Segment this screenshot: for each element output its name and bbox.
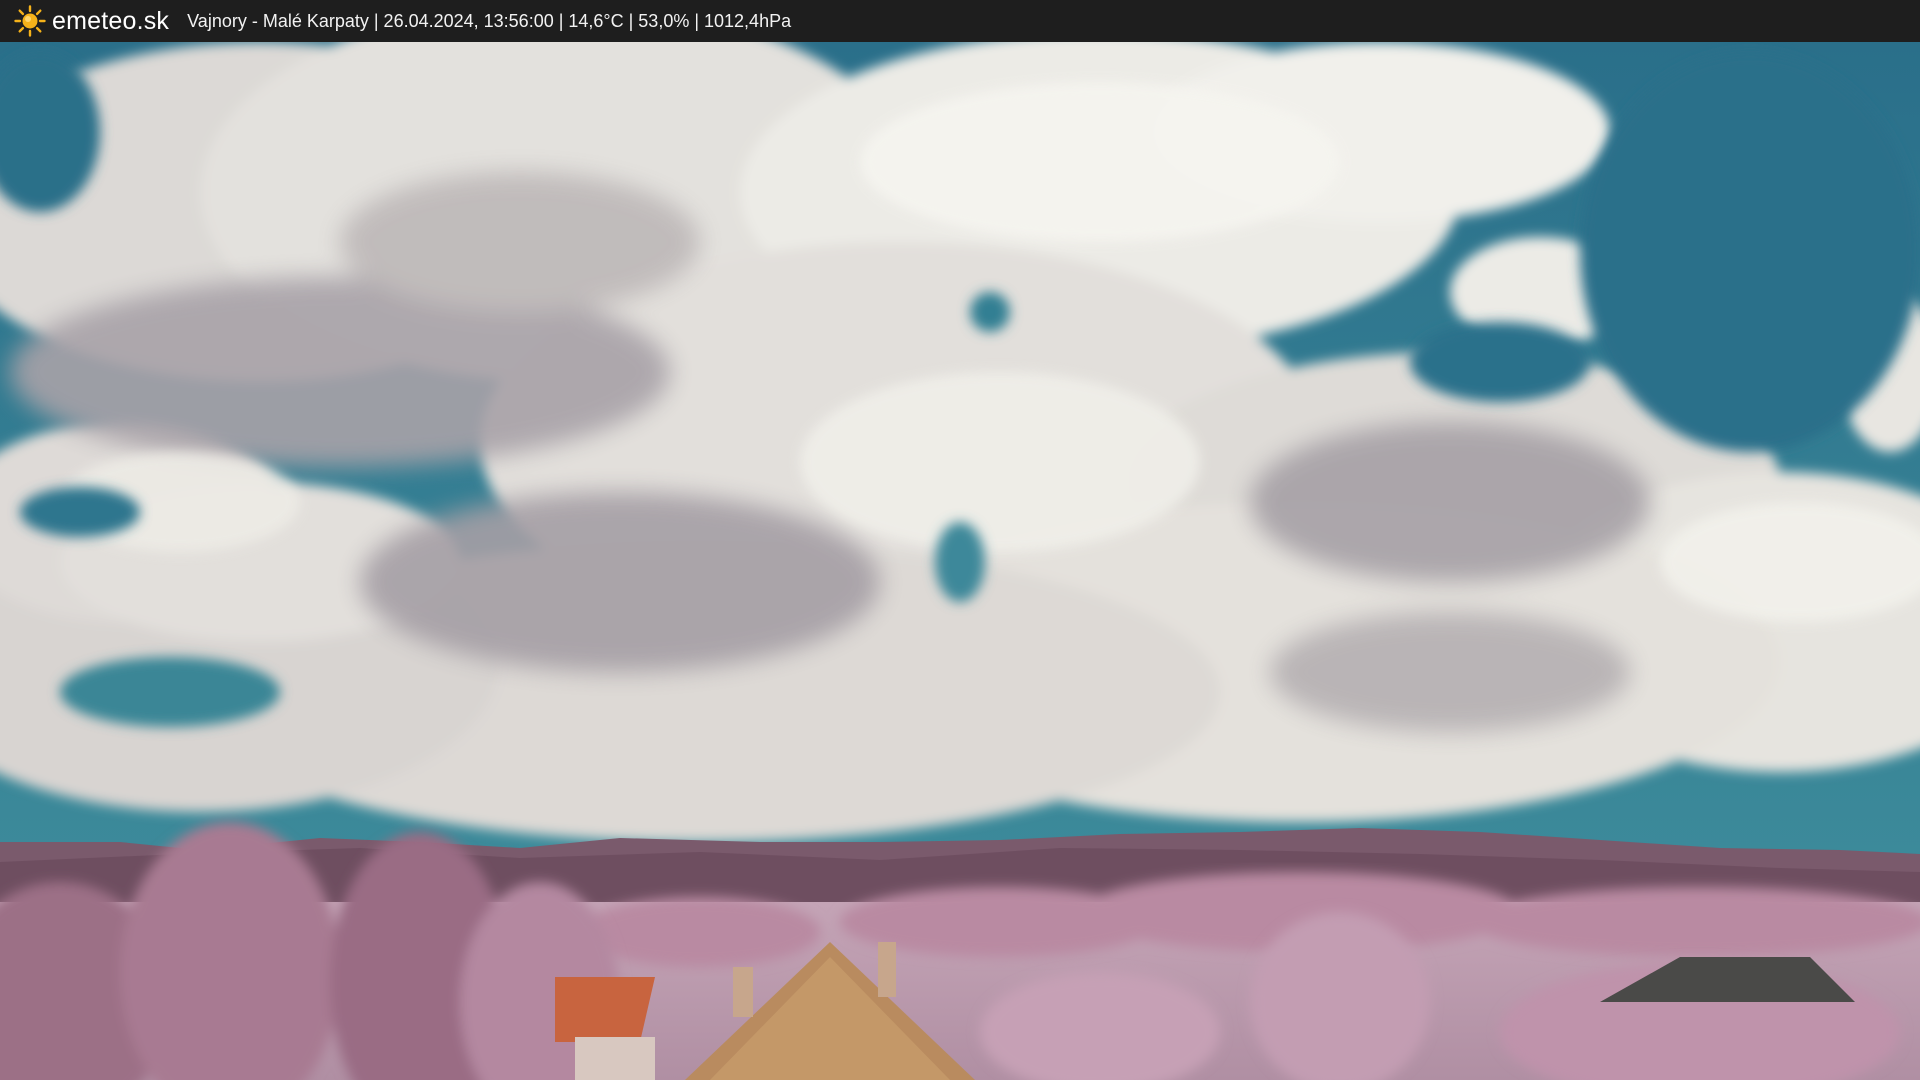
webcam-caption: Vajnory - Malé Karpaty | 26.04.2024, 13:… bbox=[187, 10, 792, 31]
brand-name[interactable]: emeteo.sk bbox=[52, 7, 169, 36]
sun-icon bbox=[14, 5, 46, 37]
webcam-image bbox=[0, 42, 1920, 1080]
logo[interactable]: emeteo.sk bbox=[14, 5, 169, 37]
top-bar: emeteo.sk Vajnory - Malé Karpaty | 26.04… bbox=[0, 0, 1920, 42]
